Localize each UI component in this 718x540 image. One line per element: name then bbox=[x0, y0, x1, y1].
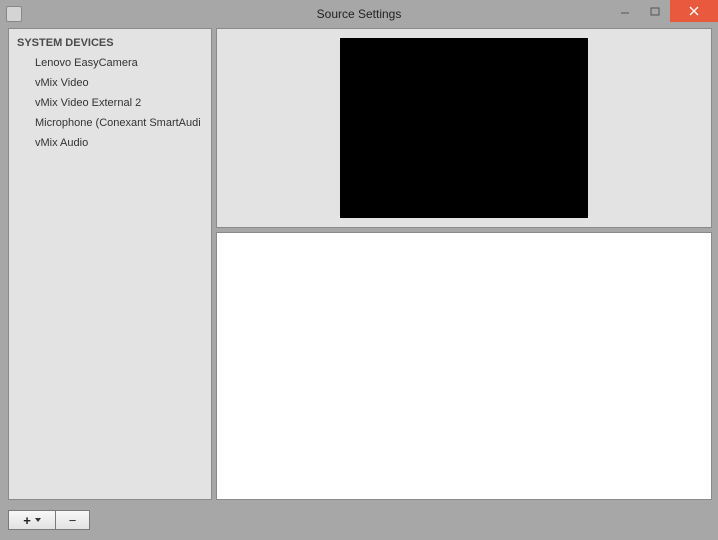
minus-icon: − bbox=[69, 513, 77, 528]
device-item[interactable]: vMix Video bbox=[9, 73, 211, 93]
dropdown-caret-icon bbox=[35, 518, 41, 522]
right-column bbox=[216, 28, 712, 500]
window-title: Source Settings bbox=[317, 7, 402, 21]
footer-toolbar: + − bbox=[8, 510, 90, 530]
remove-source-button[interactable]: − bbox=[56, 510, 90, 530]
client-area: SYSTEM DEVICES Lenovo EasyCamera vMix Vi… bbox=[8, 28, 712, 500]
sidebar-section-header: SYSTEM DEVICES bbox=[9, 33, 211, 53]
minimize-button[interactable] bbox=[610, 0, 640, 22]
maximize-icon bbox=[650, 6, 660, 16]
maximize-button[interactable] bbox=[640, 0, 670, 22]
close-icon bbox=[689, 6, 699, 16]
app-icon bbox=[6, 6, 22, 22]
device-item[interactable]: Lenovo EasyCamera bbox=[9, 53, 211, 73]
device-item[interactable]: Microphone (Conexant SmartAudi bbox=[9, 113, 211, 133]
details-pane bbox=[216, 232, 712, 500]
title-bar: Source Settings bbox=[0, 0, 718, 28]
close-button[interactable] bbox=[670, 0, 718, 22]
plus-icon: + bbox=[23, 513, 31, 528]
device-item[interactable]: vMix Audio bbox=[9, 133, 211, 153]
device-item[interactable]: vMix Video External 2 bbox=[9, 93, 211, 113]
video-preview bbox=[340, 38, 588, 218]
device-sidebar: SYSTEM DEVICES Lenovo EasyCamera vMix Vi… bbox=[8, 28, 212, 500]
add-source-button[interactable]: + bbox=[8, 510, 56, 530]
minimize-icon bbox=[620, 6, 630, 16]
caption-buttons bbox=[610, 0, 718, 22]
preview-pane bbox=[216, 28, 712, 228]
